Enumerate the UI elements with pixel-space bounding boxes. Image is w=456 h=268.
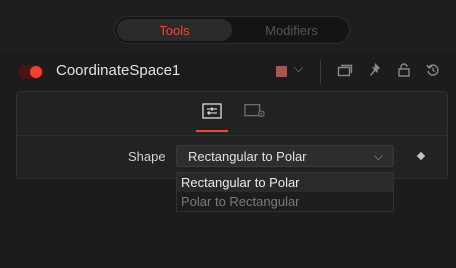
active-tab-indicator: [196, 130, 228, 132]
tab-tools[interactable]: Tools: [117, 19, 232, 41]
tab-modifiers[interactable]: Modifiers: [234, 17, 349, 43]
shape-select[interactable]: Rectangular to Polar ⌵: [176, 145, 394, 167]
chevron-down-icon: ⌵: [373, 149, 383, 163]
chevron-down-icon[interactable]: ⌵: [294, 61, 303, 76]
lock-icon[interactable]: [395, 59, 413, 81]
panel-tab-bar: [16, 92, 448, 136]
header-divider: [320, 60, 321, 84]
versions-icon[interactable]: [336, 59, 354, 81]
shape-select-value: Rectangular to Polar: [188, 149, 307, 164]
dropdown-option-rect-to-polar[interactable]: Rectangular to Polar: [177, 173, 393, 192]
shape-dropdown-menu: Rectangular to Polar Polar to Rectangula…: [176, 172, 394, 212]
node-enable-toggle[interactable]: [18, 65, 44, 79]
dropdown-option-polar-to-rect[interactable]: Polar to Rectangular: [177, 192, 393, 211]
controls-icon[interactable]: [201, 101, 223, 121]
reset-icon[interactable]: [424, 59, 442, 81]
inspector-tabs: Tools Modifiers: [114, 16, 350, 44]
node-color-swatch[interactable]: [276, 66, 287, 77]
settings-icon[interactable]: [244, 101, 266, 121]
shape-label: Shape: [128, 149, 166, 164]
node-name: CoordinateSpace1: [56, 62, 181, 79]
toggle-dot: [30, 66, 42, 78]
pin-icon[interactable]: [366, 59, 384, 81]
